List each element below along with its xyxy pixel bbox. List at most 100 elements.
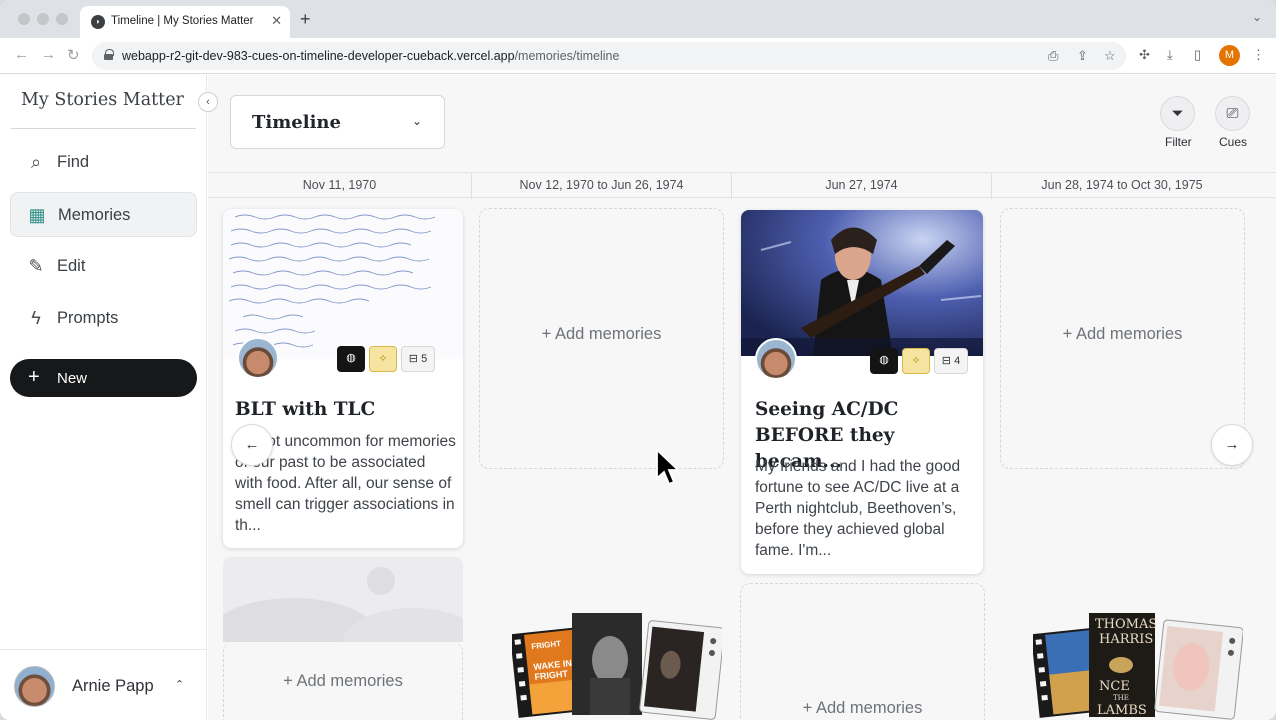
media-count-badge[interactable]: ⊟ 4 xyxy=(934,348,968,374)
date-column-header: Nov 12, 1970 to Jun 26, 1974 xyxy=(472,173,732,199)
add-memories-label: + Add memories xyxy=(283,672,403,690)
new-button[interactable]: + New xyxy=(10,359,197,397)
sidebar-item-prompts[interactable]: ϟ Prompts xyxy=(10,296,197,341)
add-memories-label: + Add memories xyxy=(1062,325,1183,343)
media-count: 5 xyxy=(421,353,428,365)
avatar xyxy=(14,666,55,707)
media-count: 4 xyxy=(954,355,961,367)
date-column-header: Nov 11, 1970 xyxy=(208,173,472,199)
url-text: webapp-r2-git-dev-983-cues-on-timeline-d… xyxy=(122,49,620,63)
favicon-icon: ◗ xyxy=(91,15,105,29)
plus-icon: + xyxy=(28,366,40,388)
mouse-cursor-icon xyxy=(656,448,679,486)
new-button-label: New xyxy=(57,370,88,387)
profile-avatar[interactable]: M xyxy=(1219,45,1240,66)
arrow-right-icon: → xyxy=(1224,436,1240,453)
tab-search-icon[interactable]: ⌄ xyxy=(1252,10,1262,24)
add-memories-placeholder[interactable]: + Add memories xyxy=(740,583,985,720)
divider xyxy=(11,128,196,129)
user-menu[interactable]: Arnie Papp ⌃ xyxy=(0,649,207,720)
calendar-icon: ▦ xyxy=(28,205,46,225)
cue-film-reel[interactable]: THOMAS HARRIS NCE THE LAMBS xyxy=(1033,610,1243,720)
install-icon[interactable]: ⎙ xyxy=(1048,48,1058,64)
memory-card[interactable]: ◍ ✧ ⊟ 4 Seeing AC/DC BEFORE they becam..… xyxy=(741,210,983,574)
author-avatar xyxy=(237,337,279,379)
pencil-icon: ✎ xyxy=(28,256,44,276)
browser-window: ◗ Timeline | My Stories Matter ✕ + ⌄ ← →… xyxy=(0,0,1276,720)
lock-icon xyxy=(104,49,114,60)
filter-label: Filter xyxy=(1165,135,1192,149)
add-memories-label: + Add memories xyxy=(541,325,662,343)
add-memories-placeholder[interactable]: + Add memories xyxy=(223,642,463,720)
media-count-badge[interactable]: ⊟ 5 xyxy=(401,346,435,372)
brand-title: My Stories Matter xyxy=(21,90,184,110)
sidebar-item-edit[interactable]: ✎ Edit xyxy=(10,244,197,289)
poster-text: HARRIS xyxy=(1099,632,1153,647)
download-icon[interactable]: ⤓ xyxy=(1167,47,1173,63)
cues-label: Cues xyxy=(1219,135,1248,149)
forward-icon[interactable]: → xyxy=(41,46,56,63)
filter-icon: ⏷ xyxy=(1171,105,1184,122)
zoom-window-button[interactable] xyxy=(56,13,68,25)
sidebar-item-label: Edit xyxy=(57,257,86,275)
user-name: Arnie Papp xyxy=(72,677,154,695)
close-tab-icon[interactable]: ✕ xyxy=(271,13,282,29)
memory-excerpt: My friends and I had the good fortune to… xyxy=(755,458,961,559)
add-memories-placeholder[interactable]: + Add memories xyxy=(479,208,724,469)
sidebar-item-label: Prompts xyxy=(57,309,119,327)
visibility-icon[interactable]: ◍ xyxy=(337,346,365,372)
date-column-header: Jun 27, 1974 xyxy=(732,173,992,199)
sparkle-icon[interactable]: ✧ xyxy=(902,348,930,374)
new-tab-button[interactable]: + xyxy=(300,9,311,30)
sparkle-icon[interactable]: ✧ xyxy=(369,346,397,372)
add-memories-label: + Add memories xyxy=(802,699,923,717)
app-sidebar: My Stories Matter ‹ ⌕ Find ▦ Memories ✎ … xyxy=(0,75,218,720)
tab-timeline[interactable]: ◗ Timeline | My Stories Matter ✕ xyxy=(80,6,290,38)
memory-card[interactable]: ◍ ✧ ⊟ 5 BLT with TLC It's not uncommon f… xyxy=(223,209,463,548)
sidebar-item-memories[interactable]: ▦ Memories xyxy=(10,192,197,237)
sidebar-item-label: Find xyxy=(57,153,90,171)
poster-text: LAMBS xyxy=(1097,703,1147,718)
cues-button[interactable]: ⎚ xyxy=(1215,96,1250,131)
filter-button[interactable]: ⏷ xyxy=(1160,96,1195,131)
reload-icon[interactable]: ↻ xyxy=(67,46,80,64)
tab-title: Timeline | My Stories Matter xyxy=(111,15,254,27)
poster-text: NCE xyxy=(1099,679,1130,694)
next-arrow-button[interactable]: → xyxy=(1211,424,1253,466)
address-bar[interactable]: webapp-r2-git-dev-983-cues-on-timeline-d… xyxy=(92,42,1126,70)
date-header: Nov 11, 1970 Nov 12, 1970 to Jun 26, 197… xyxy=(208,172,1276,199)
cues-icon: ⎚ xyxy=(1226,105,1239,122)
close-window-button[interactable] xyxy=(18,13,30,25)
view-select[interactable]: Timeline ⌄ xyxy=(230,95,445,149)
extensions-icon[interactable]: ✣ xyxy=(1139,47,1150,63)
arrow-left-icon: ← xyxy=(244,436,260,453)
visibility-icon[interactable]: ◍ xyxy=(870,348,898,374)
share-icon[interactable]: ⇪ xyxy=(1077,48,1088,64)
image-icon: ⊟ xyxy=(408,353,419,365)
back-icon[interactable]: ← xyxy=(14,46,29,63)
memory-title: BLT with TLC xyxy=(235,399,376,420)
sidebar-item-find[interactable]: ⌕ Find xyxy=(10,140,197,185)
tab-bar: ◗ Timeline | My Stories Matter ✕ + ⌄ xyxy=(0,0,1276,38)
cue-film-reel[interactable]: FRIGHT WAKE IN FRIGHT xyxy=(512,610,722,720)
bookmark-star-icon[interactable]: ☆ xyxy=(1104,48,1116,64)
view-select-label: Timeline xyxy=(252,112,341,133)
sidebar-item-label: Memories xyxy=(58,206,131,224)
search-icon: ⌕ xyxy=(30,152,42,172)
side-panel-icon[interactable]: ▯ xyxy=(1194,47,1201,63)
date-column-header: Jun 28, 1974 to Oct 30, 1975 xyxy=(1041,178,1203,192)
author-avatar xyxy=(755,338,797,380)
add-memories-placeholder[interactable]: + Add memories xyxy=(1000,208,1245,469)
previous-arrow-button[interactable]: ← xyxy=(231,424,273,466)
poster-text: THE xyxy=(1113,694,1129,702)
more-menu-icon[interactable]: ⋮ xyxy=(1252,47,1265,63)
concert-photo-image xyxy=(741,210,983,356)
lightning-icon: ϟ xyxy=(31,308,41,328)
chevron-up-icon[interactable]: ⌃ xyxy=(175,678,184,691)
placeholder-image xyxy=(223,557,463,642)
image-icon: ⊟ xyxy=(941,355,952,367)
browser-toolbar: ← → ↻ webapp-r2-git-dev-983-cues-on-time… xyxy=(0,38,1276,74)
chevron-down-icon: ⌄ xyxy=(411,114,422,128)
minimize-window-button[interactable] xyxy=(37,13,49,25)
collapse-sidebar-icon[interactable]: ‹ xyxy=(198,92,218,112)
